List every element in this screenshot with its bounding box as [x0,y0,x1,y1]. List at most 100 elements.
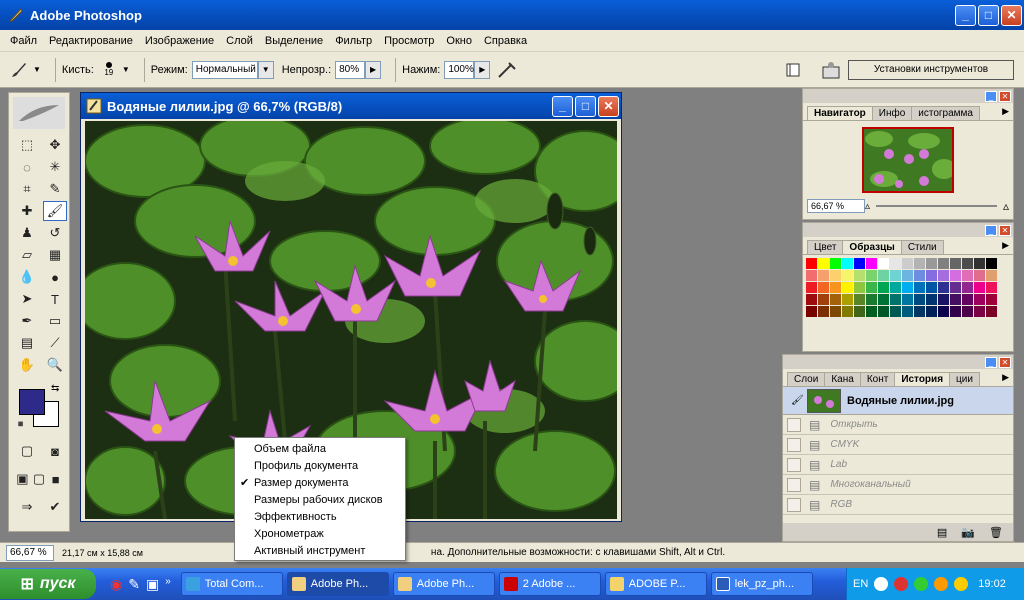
color-swatch[interactable] [902,270,913,281]
magic-wand-tool-icon[interactable]: ✳ [43,157,67,177]
color-swatch[interactable] [938,282,949,293]
tab-color[interactable]: Цвет [807,240,844,254]
color-swatch[interactable] [866,282,877,293]
file-browser-icon[interactable] [820,59,842,81]
mode-select[interactable]: Нормальный [191,60,258,79]
navigator-zoom-slider[interactable] [876,201,997,211]
move-tool-icon[interactable]: ✥ [43,135,67,155]
color-swatch[interactable] [986,294,997,305]
color-swatch[interactable] [890,282,901,293]
task-adobe-photoshop-1[interactable]: Adobe Ph... [286,572,389,596]
color-swatch[interactable] [950,282,961,293]
update-icon[interactable] [954,577,969,591]
menu-item-timing[interactable]: Хронометраж [235,525,405,542]
color-swatch[interactable] [818,270,829,281]
palette-title-strip[interactable]: _ ✕ [803,89,1013,103]
color-swatch[interactable] [890,258,901,269]
palette-well-icon[interactable] [784,61,802,79]
history-step[interactable]: ▤ Lab [783,455,1013,475]
color-swatch[interactable] [914,294,925,305]
document-maximize-button[interactable]: □ [575,95,596,117]
task-adobe-folder[interactable]: ADOBE P... [604,572,707,596]
color-swatch[interactable] [986,282,997,293]
quick-mask-mode-icon[interactable]: ◙ [43,441,67,461]
color-swatch[interactable] [890,306,901,317]
minimize-button[interactable]: _ [955,4,976,26]
task-adobe-reader-group[interactable]: 2 Adobe ... [498,572,601,596]
foreground-color[interactable] [19,389,45,415]
full-screen-mode-icon[interactable]: ■ [48,469,63,489]
edit-icon[interactable]: ✎ [128,576,140,593]
color-swatch[interactable] [938,306,949,317]
color-swatch[interactable] [878,282,889,293]
color-swatch[interactable] [854,282,865,293]
notes-tool-icon[interactable]: ▤ [15,333,39,353]
color-swatch[interactable] [830,270,841,281]
menu-window[interactable]: Окно [440,35,478,47]
color-swatch[interactable] [950,306,961,317]
palette-title-strip[interactable]: _ ✕ [803,223,1013,237]
crop-tool-icon[interactable]: ⌗ [15,179,39,199]
path-selection-tool-icon[interactable]: ➤ [15,289,39,309]
menu-item-current-tool[interactable]: Активный инструмент [235,542,405,559]
shape-tool-icon[interactable]: ▭ [43,311,67,331]
color-swatch[interactable] [866,270,877,281]
color-swatch[interactable] [866,294,877,305]
color-swatch[interactable] [818,294,829,305]
color-swatch[interactable] [818,258,829,269]
security-shield-icon[interactable] [894,577,909,591]
eraser-tool-icon[interactable]: ▱ [15,245,39,265]
zoom-out-icon[interactable]: ▵ [865,201,870,212]
opacity-input[interactable]: 80% [335,60,366,79]
menu-item-document-profile[interactable]: Профиль документа [235,457,405,474]
history-brush-checkbox[interactable] [787,477,801,492]
lasso-tool-icon[interactable]: ◌ [15,157,39,177]
history-brush-checkbox[interactable] [787,457,801,472]
color-swatch[interactable] [830,306,841,317]
color-swatch[interactable] [986,258,997,269]
tab-actions[interactable]: ции [949,372,980,386]
tab-navigator[interactable]: Навигатор [807,106,873,120]
chevron-down-icon[interactable]: ▼ [122,65,130,74]
palette-minimize-button[interactable]: _ [985,356,997,368]
history-brush-tool-icon[interactable]: ↺ [43,223,67,243]
color-swatch[interactable] [830,282,841,293]
menu-edit[interactable]: Редактирование [43,35,139,47]
color-swatch[interactable] [818,282,829,293]
mode-dropdown-arrow[interactable]: ▼ [257,60,274,79]
color-swatch[interactable] [962,294,973,305]
history-step[interactable]: ▤ Многоканальный [783,475,1013,495]
palette-minimize-button[interactable]: _ [985,224,997,236]
color-swatch[interactable] [842,294,853,305]
history-brush-checkbox[interactable] [787,497,801,512]
color-swatch[interactable] [830,258,841,269]
document-title-bar[interactable]: Водяные лилии.jpg @ 66,7% (RGB/8) _ □ ✕ [81,93,621,119]
network-icon[interactable] [914,577,929,591]
menu-item-file-size[interactable]: Объем файла [235,440,405,457]
color-swatch[interactable] [878,270,889,281]
palette-menu-arrow-icon[interactable]: ▶ [1002,372,1009,383]
default-colors-icon[interactable]: ◾ [15,419,26,430]
color-swatch[interactable] [914,306,925,317]
color-swatch[interactable] [854,258,865,269]
color-swatch[interactable] [914,270,925,281]
opacity-slider-arrow[interactable]: ▶ [365,60,382,79]
color-swatch[interactable] [986,306,997,317]
menu-item-efficiency[interactable]: Эффективность [235,508,405,525]
tab-channels[interactable]: Кана [824,372,861,386]
clone-stamp-tool-icon[interactable]: ♟ [15,223,39,243]
history-brush-checkbox[interactable] [787,417,801,432]
color-swatch[interactable] [986,270,997,281]
color-swatch[interactable] [902,258,913,269]
color-swatch[interactable] [842,282,853,293]
color-swatch[interactable] [890,294,901,305]
save-icon[interactable]: ▣ [146,576,159,593]
history-step[interactable]: ▤ RGB [783,495,1013,515]
history-brush-checkbox[interactable] [787,437,801,452]
color-swatch[interactable] [818,306,829,317]
slice-tool-icon[interactable]: ✎ [43,179,67,199]
color-swatch[interactable] [842,306,853,317]
color-swatch[interactable] [878,258,889,269]
navigator-thumbnail[interactable] [862,127,954,193]
tab-styles[interactable]: Стили [900,240,944,254]
